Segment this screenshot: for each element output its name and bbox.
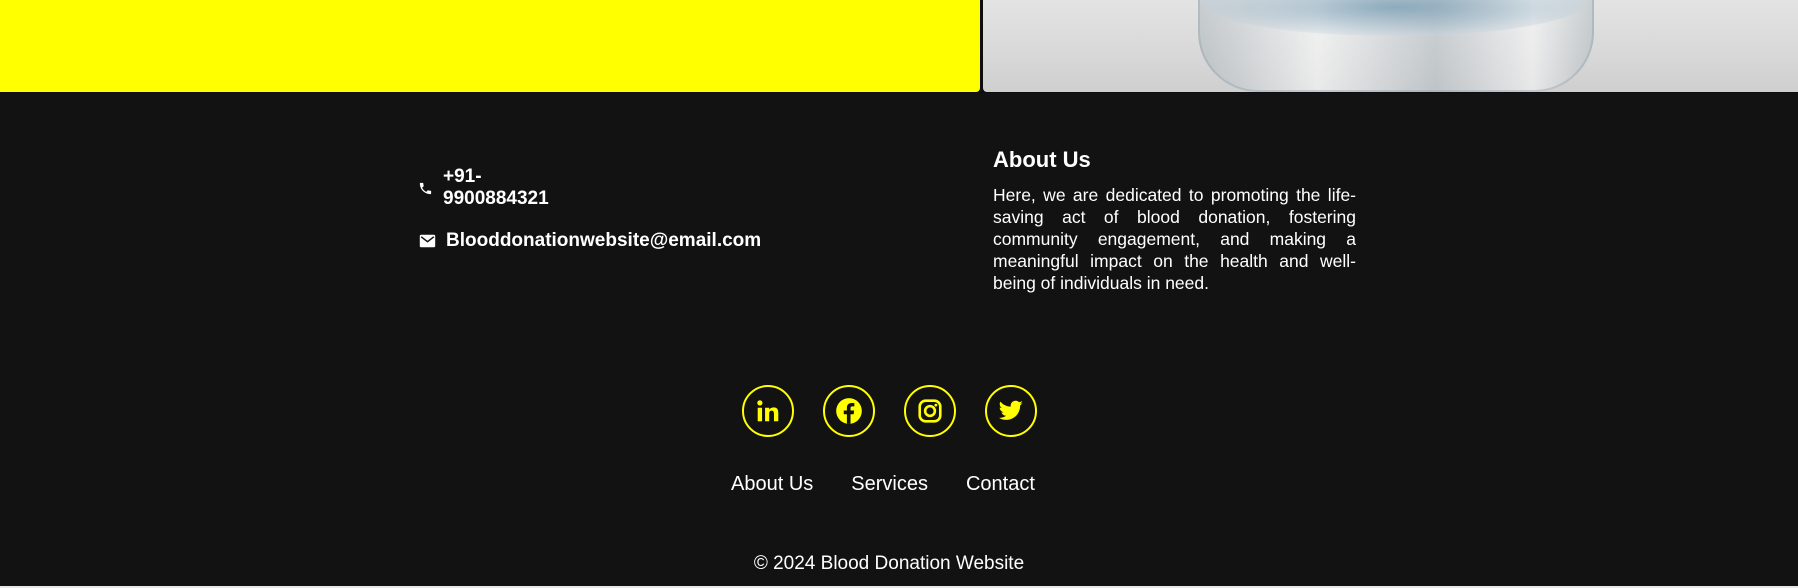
- mail-icon: [418, 232, 436, 250]
- about-text: Here, we are dedicated to promoting the …: [993, 185, 1356, 293]
- instagram-icon: [918, 399, 942, 423]
- footer-link-about[interactable]: About Us: [731, 473, 813, 496]
- linkedin-button[interactable]: [742, 385, 794, 437]
- yellow-banner-panel: [0, 0, 980, 92]
- phone-row[interactable]: +91-9900884321: [418, 166, 552, 209]
- social-links: [742, 385, 1037, 437]
- footer-link-services[interactable]: Services: [851, 473, 928, 496]
- footer-nav: About Us Services Contact: [731, 473, 1035, 496]
- phone-number: +91-9900884321: [443, 166, 549, 209]
- facebook-button[interactable]: [823, 385, 875, 437]
- instagram-button[interactable]: [904, 385, 956, 437]
- facebook-icon: [836, 398, 862, 424]
- twitter-button[interactable]: [985, 385, 1037, 437]
- twitter-icon: [998, 400, 1023, 420]
- linkedin-icon: [757, 400, 779, 422]
- copyright-text: © 2024 Blood Donation Website: [753, 553, 1025, 574]
- footer-link-contact[interactable]: Contact: [966, 473, 1035, 496]
- email-address: Blooddonationwebsite@email.com: [446, 230, 762, 251]
- about-section: About Us Here, we are dedicated to promo…: [993, 146, 1356, 294]
- email-row[interactable]: Blooddonationwebsite@email.com: [418, 229, 761, 253]
- phone-icon: [418, 179, 433, 197]
- about-title: About Us: [993, 147, 1091, 172]
